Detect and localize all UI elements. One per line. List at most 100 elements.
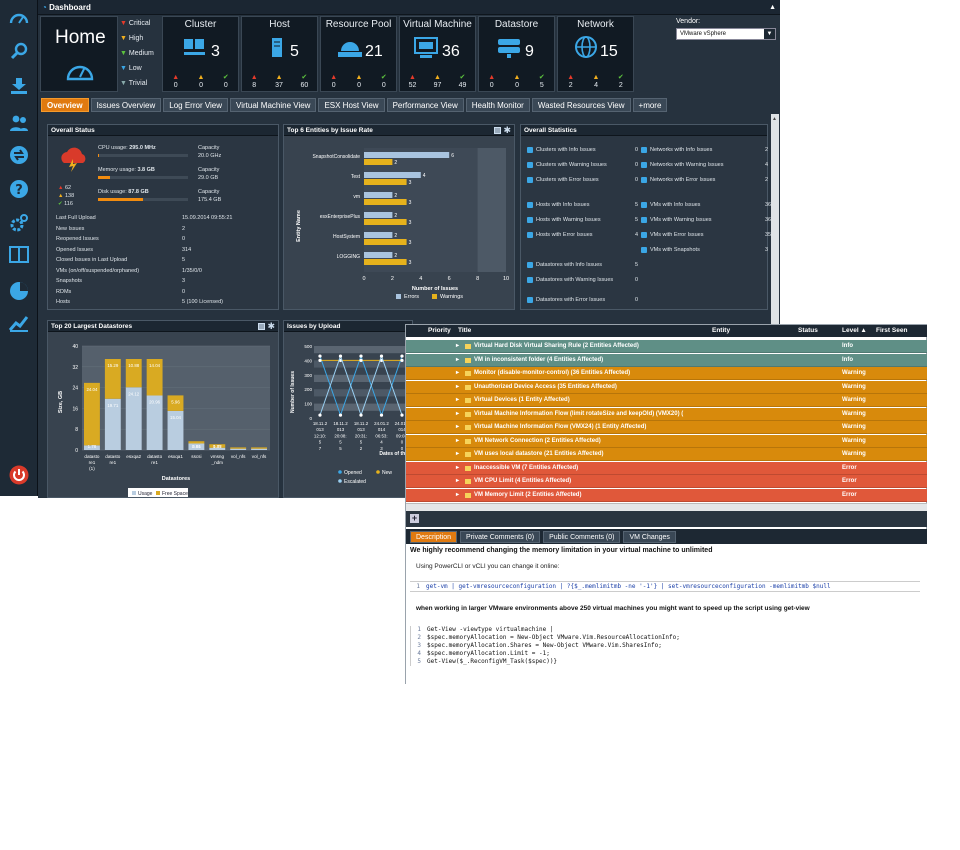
card-cluster[interactable]: Cluster 3 ▲ 0 ▲ 0 ✔ 0 xyxy=(162,16,239,92)
card-count: 5 xyxy=(290,43,299,60)
legend-new: New xyxy=(382,470,392,476)
code-text: $spec.memoryAllocation.Shares = New-Obje… xyxy=(427,642,662,649)
bar-warnings xyxy=(364,219,407,225)
expand-icon[interactable]: ▸ xyxy=(456,354,459,367)
tab-2[interactable]: Log Error View xyxy=(163,98,229,112)
card-resource-pool[interactable]: Resource Pool 21 ▲ 0 ▲ 0 ✔ 0 xyxy=(320,16,397,92)
table-row[interactable]: ▸ Virtual Machine Information Flow (limit… xyxy=(406,407,927,421)
date-tick: 5 xyxy=(319,440,322,445)
expand-icon[interactable]: ▸ xyxy=(456,462,459,475)
table-row[interactable]: ▸ VM Network Connection (2 Entities Affec… xyxy=(406,434,927,448)
download-icon[interactable] xyxy=(8,74,30,96)
help-icon[interactable]: ? xyxy=(8,178,30,200)
col-priority[interactable]: Priority xyxy=(428,325,451,337)
card-datastore[interactable]: Datastore 9 ▲ 0 ▲ 0 ✔ 5 xyxy=(478,16,555,92)
legend-swatch-new xyxy=(376,470,380,474)
cluster-icon xyxy=(527,162,533,168)
pie-chart-icon[interactable] xyxy=(8,280,30,302)
tab-6[interactable]: Health Monitor xyxy=(465,98,530,112)
detail-tab-0[interactable]: Description xyxy=(410,531,458,543)
col-level[interactable]: Level ▲ xyxy=(842,325,867,337)
table-row[interactable]: ▸ Unauthorized Device Access (35 Entities… xyxy=(406,380,927,394)
expand-icon[interactable]: ▸ xyxy=(456,381,459,394)
tab-3[interactable]: Virtual Machine View xyxy=(230,98,317,112)
horizontal-scrollbar[interactable] xyxy=(406,503,927,511)
col-status[interactable]: Status xyxy=(798,325,818,337)
tab-1[interactable]: Issues Overview xyxy=(90,98,162,112)
tab-4[interactable]: ESX Host View xyxy=(318,98,385,112)
chevron-down-icon[interactable]: ▼ xyxy=(764,29,775,39)
expand-icon[interactable]: ▸ xyxy=(456,408,459,421)
top6-chart: SnapshotConsolidate 6 2 Test 4 3 vm 2 3 esxEnterp… xyxy=(296,148,509,300)
bar-label: 3 xyxy=(409,240,412,246)
memory-capacity-label: Capacity xyxy=(198,167,220,173)
date-tick: 5 xyxy=(339,446,342,451)
search-icon[interactable] xyxy=(8,40,30,62)
status-label: Snapshots xyxy=(56,278,82,284)
warning-total: 138 xyxy=(64,193,75,199)
expand-icon[interactable]: ▸ xyxy=(456,394,459,407)
datastore-icon xyxy=(497,37,521,61)
detail-tab-2[interactable]: Public Comments (0) xyxy=(543,531,621,543)
expand-icon[interactable]: ▸ xyxy=(456,421,459,434)
users-icon[interactable] xyxy=(8,112,30,134)
power-icon[interactable] xyxy=(8,464,30,486)
card-host[interactable]: Host 5 ▲ 8 ▲ 37 ✔ 60 xyxy=(241,16,318,92)
home-tile[interactable]: Home xyxy=(40,16,118,92)
col-first-seen[interactable]: First Seen xyxy=(876,325,907,337)
expand-icon[interactable]: ▸ xyxy=(456,367,459,380)
detail-tab-3[interactable]: VM Changes xyxy=(623,531,676,543)
tab-7[interactable]: Wasted Resources View xyxy=(531,98,631,112)
table-row[interactable]: ▸ VM CPU Limit (4 Entities Affected) Error xyxy=(406,475,927,488)
card-virtual-machine[interactable]: Virtual Machine 36 ▲ 52 ▲ 97 ✔ 49 xyxy=(399,16,476,92)
x-axis-label: Datastores xyxy=(162,476,190,482)
network-share-icon[interactable] xyxy=(8,144,30,166)
table-icon[interactable] xyxy=(258,323,265,330)
detail-tab-1[interactable]: Private Comments (0) xyxy=(460,531,541,543)
collapse-icon[interactable]: ▲ xyxy=(769,0,776,15)
table-row[interactable]: ▸ Monitor (disable-monitor-control) (36 E… xyxy=(406,367,927,380)
card-network[interactable]: Network 15 ▲ 2 ▲ 4 ✔ 2 xyxy=(557,16,634,92)
dashboard-icon[interactable] xyxy=(8,6,30,28)
expand-icon[interactable]: ▸ xyxy=(456,435,459,448)
table-row[interactable]: ▸ VM uses local datastore (21 Entities Af… xyxy=(406,448,927,461)
gear-icon[interactable]: ✱ xyxy=(503,125,511,136)
ok-count: 60 xyxy=(300,82,309,89)
issue-level: Warning xyxy=(842,410,866,417)
data-label: 14.04 xyxy=(149,363,161,368)
gear-icon[interactable]: ✱ xyxy=(267,321,275,332)
status-value: 2 xyxy=(182,225,186,232)
book-icon[interactable] xyxy=(8,244,30,266)
datastore-icon xyxy=(527,297,533,303)
table-row[interactable]: ▸ VM Memory Limit (2 Entities Affected) Er… xyxy=(406,488,927,502)
expand-icon[interactable]: ▸ xyxy=(456,448,459,461)
table-icon[interactable] xyxy=(494,127,501,134)
expand-icon[interactable]: ▸ xyxy=(456,475,459,488)
tab-0[interactable]: Overview xyxy=(41,98,89,112)
vendor-select[interactable]: VMware vSphere ▼ xyxy=(676,28,776,40)
add-icon[interactable]: + xyxy=(410,514,419,523)
expand-icon[interactable]: ▸ xyxy=(456,489,459,502)
table-row[interactable]: ▸ VM in inconsistent folder (4 Entities A… xyxy=(406,353,927,367)
folder-icon xyxy=(465,452,471,457)
server-icon xyxy=(527,202,533,208)
line-chart-icon[interactable] xyxy=(8,312,30,334)
col-title[interactable]: Title xyxy=(458,325,471,337)
data-label: 2.51 xyxy=(192,444,201,449)
table-row[interactable]: ▸ Inaccessible VM (7 Entities Affected) Er… xyxy=(406,461,927,475)
disk-capacity-label: Capacity xyxy=(198,189,220,195)
stat-value: 5 xyxy=(635,202,639,208)
col-entity[interactable]: Entity xyxy=(712,325,730,337)
vendor-label: Vendor: xyxy=(676,18,701,25)
card-title: Host xyxy=(269,19,290,30)
data-point xyxy=(400,354,404,358)
expand-icon[interactable]: ▸ xyxy=(456,340,459,353)
disk-capacity-value: 175.4 GB xyxy=(198,197,222,203)
table-row[interactable]: ▸ Virtual Machine Information Flow (VMX24… xyxy=(406,421,927,434)
settings-icon[interactable] xyxy=(8,212,30,234)
x-axis-label: Dates of the xyxy=(379,451,408,457)
table-row[interactable]: ▸ Virtual Hard Disk Virtual Sharing Rule … xyxy=(406,340,927,353)
tab-8[interactable]: +more xyxy=(632,98,668,112)
tab-5[interactable]: Performance View xyxy=(386,98,464,112)
table-row[interactable]: ▸ Virtual Devices (1 Entity Affected) Warn… xyxy=(406,394,927,407)
